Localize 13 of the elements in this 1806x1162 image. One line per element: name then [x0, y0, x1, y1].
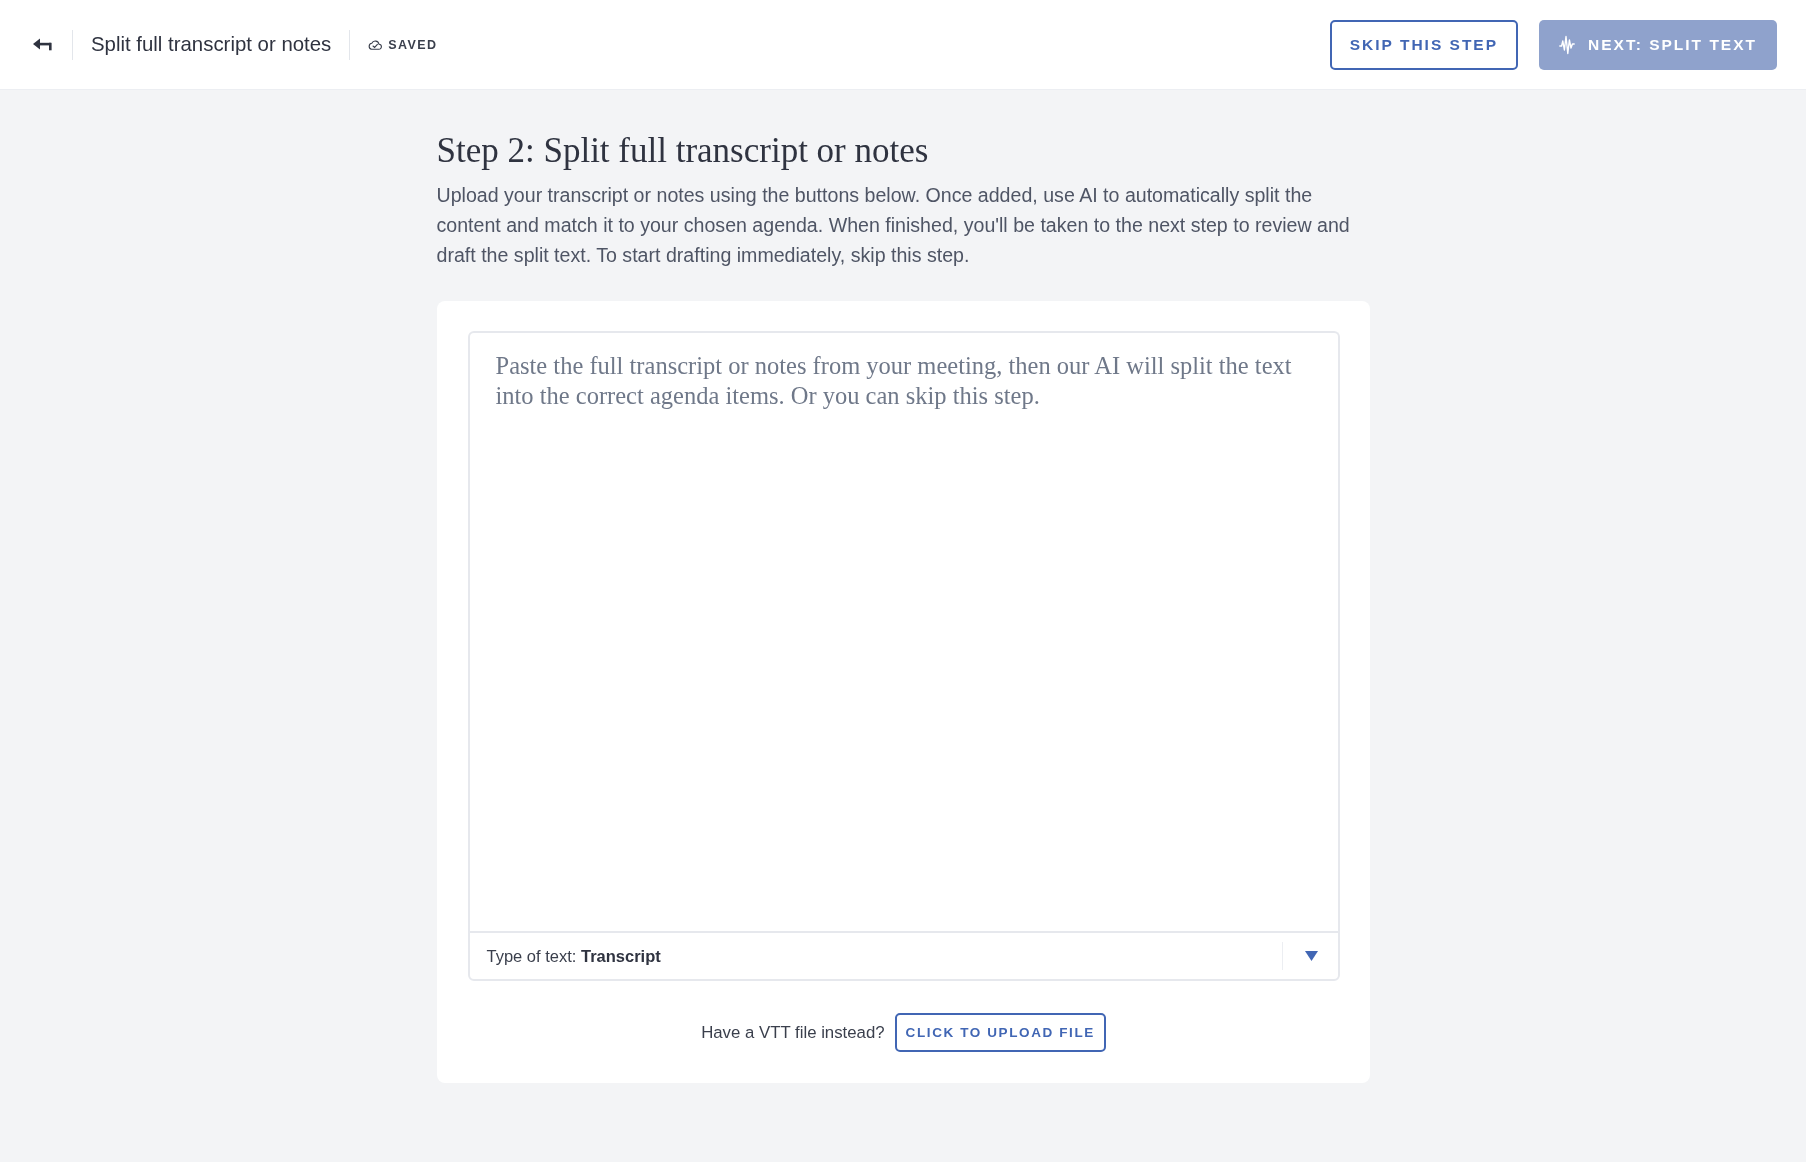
cloud-check-icon: [368, 39, 383, 50]
step-heading: Step 2: Split full transcript or notes: [436, 130, 930, 172]
caret-down-icon: [1304, 951, 1318, 961]
waveform-icon: [1559, 34, 1576, 55]
saved-status: SAVED: [388, 37, 438, 52]
page-title: Split full transcript or notes: [91, 33, 332, 56]
step-description: Upload your transcript or notes using the buttons below. Once added, use AI to automatically split the content and match it to your chosen agenda. When finished, you'll be taken to the next step to review and draft the split text. To start drafting immediately, skip this step.: [436, 183, 1351, 268]
skip-button[interactable]: SKIP THIS STEP: [1329, 19, 1519, 70]
back-arrow-icon: [33, 37, 52, 52]
upload-prompt: Have a VTT file instead?: [701, 1022, 885, 1043]
upload-button[interactable]: CLICK TO UPLOAD FILE: [894, 1013, 1106, 1052]
text-type-dropdown[interactable]: Type of text: Transcript: [467, 931, 1340, 981]
transcript-textarea[interactable]: Paste the full transcript or notes from your meeting, then our AI will split the text into the correct agenda items. Or you can skip this step.: [467, 331, 1340, 931]
